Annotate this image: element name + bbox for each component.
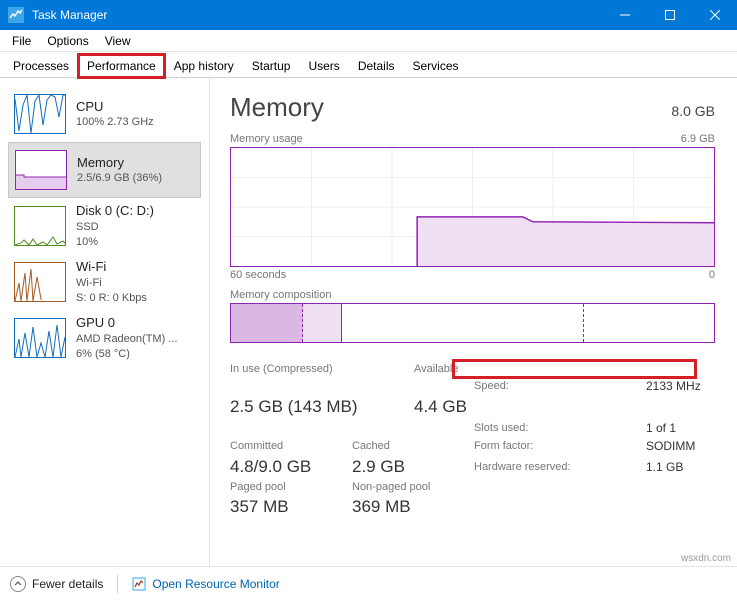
menubar: File Options View <box>0 30 737 52</box>
cached-label: Cached <box>352 440 462 452</box>
memory-usage-chart <box>230 147 715 267</box>
tab-users[interactable]: Users <box>299 54 348 78</box>
form-value: SODIMM <box>646 439 715 453</box>
memory-composition-bar <box>230 303 715 343</box>
form-label: Form factor: <box>474 440 634 452</box>
gpu-sub2: 6% (58 °C) <box>76 347 177 362</box>
tab-details[interactable]: Details <box>349 54 404 78</box>
reserved-label: Hardware reserved: <box>474 461 634 473</box>
disk-sparkline <box>14 206 66 246</box>
wifi-sub1: Wi-Fi <box>76 276 147 291</box>
fewer-details-label: Fewer details <box>32 577 103 591</box>
window-controls <box>602 0 737 30</box>
minimize-button[interactable] <box>602 0 647 30</box>
menu-options[interactable]: Options <box>39 32 96 50</box>
slots-value: 1 of 1 <box>646 421 715 435</box>
disk-sub2: 10% <box>76 235 154 250</box>
page-title: Memory <box>230 92 324 123</box>
axis-left: 60 seconds <box>230 269 286 281</box>
menu-view[interactable]: View <box>97 32 139 50</box>
wifi-sparkline <box>14 262 66 302</box>
memory-label: Memory <box>77 154 162 172</box>
main-pane: Memory 8.0 GB Memory usage 6.9 GB 60 s <box>210 78 737 566</box>
footer-separator <box>117 575 118 593</box>
sidebar-item-cpu[interactable]: CPU 100% 2.73 GHz <box>8 86 201 142</box>
cached-value: 2.9 GB <box>352 457 462 477</box>
disk-sub1: SSD <box>76 220 154 235</box>
tabs: Processes Performance App history Startu… <box>0 52 737 78</box>
chevron-up-icon <box>10 576 26 592</box>
tab-performance[interactable]: Performance <box>78 54 165 78</box>
chart-max: 6.9 GB <box>681 133 715 145</box>
menu-file[interactable]: File <box>4 32 39 50</box>
disk-label: Disk 0 (C: D:) <box>76 202 154 220</box>
chart-caption: Memory usage <box>230 133 303 145</box>
reserved-value: 1.1 GB <box>646 460 715 474</box>
committed-value: 4.8/9.0 GB <box>230 457 340 477</box>
memory-sub: 2.5/6.9 GB (36%) <box>77 171 162 186</box>
tab-processes[interactable]: Processes <box>4 54 78 78</box>
open-resource-monitor-link[interactable]: Open Resource Monitor <box>132 577 279 591</box>
fewer-details-button[interactable]: Fewer details <box>10 576 103 592</box>
gpu-sub1: AMD Radeon(TM) ... <box>76 332 177 347</box>
resource-monitor-icon <box>132 577 146 591</box>
sidebar-item-memory[interactable]: Memory 2.5/6.9 GB (36%) <box>8 142 201 198</box>
cpu-label: CPU <box>76 98 154 116</box>
sidebar-item-gpu[interactable]: GPU 0 AMD Radeon(TM) ... 6% (58 °C) <box>8 310 201 366</box>
titlebar: Task Manager <box>0 0 737 30</box>
memory-capacity: 8.0 GB <box>671 103 715 119</box>
speed-value: 2133 MHz <box>646 379 715 393</box>
maximize-button[interactable] <box>647 0 692 30</box>
window-title: Task Manager <box>32 8 107 22</box>
cpu-sparkline <box>14 94 66 134</box>
paged-label: Paged pool <box>230 481 340 493</box>
tab-startup[interactable]: Startup <box>243 54 300 78</box>
committed-label: Committed <box>230 440 340 452</box>
sidebar-item-disk[interactable]: Disk 0 (C: D:) SSD 10% <box>8 198 201 254</box>
gpu-label: GPU 0 <box>76 314 177 332</box>
content: CPU 100% 2.73 GHz Memory 2.5/6.9 GB (36%… <box>0 78 737 566</box>
wifi-label: Wi-Fi <box>76 258 147 276</box>
sidebar-item-wifi[interactable]: Wi-Fi Wi-Fi S: 0 R: 0 Kbps <box>8 254 201 310</box>
open-resource-monitor-label: Open Resource Monitor <box>152 577 279 591</box>
tab-app-history[interactable]: App history <box>165 54 243 78</box>
axis-right: 0 <box>709 269 715 281</box>
slots-label: Slots used: <box>474 422 634 434</box>
nonpaged-value: 369 MB <box>352 497 462 517</box>
available-value: 4.4 GB <box>414 397 574 417</box>
wifi-sub2: S: 0 R: 0 Kbps <box>76 291 147 306</box>
cpu-sub: 100% 2.73 GHz <box>76 115 154 130</box>
task-manager-icon <box>8 7 24 23</box>
footer: Fewer details Open Resource Monitor <box>0 566 737 600</box>
paged-value: 357 MB <box>230 497 340 517</box>
nonpaged-label: Non-paged pool <box>352 481 462 493</box>
speed-label: Speed: <box>474 380 634 392</box>
watermark: wsxdn.com <box>681 553 731 564</box>
sidebar: CPU 100% 2.73 GHz Memory 2.5/6.9 GB (36%… <box>0 78 210 566</box>
close-button[interactable] <box>692 0 737 30</box>
available-label: Available <box>414 363 574 375</box>
composition-caption: Memory composition <box>230 289 715 301</box>
memory-sparkline <box>15 150 67 190</box>
gpu-sparkline <box>14 318 66 358</box>
tab-services[interactable]: Services <box>404 54 468 78</box>
